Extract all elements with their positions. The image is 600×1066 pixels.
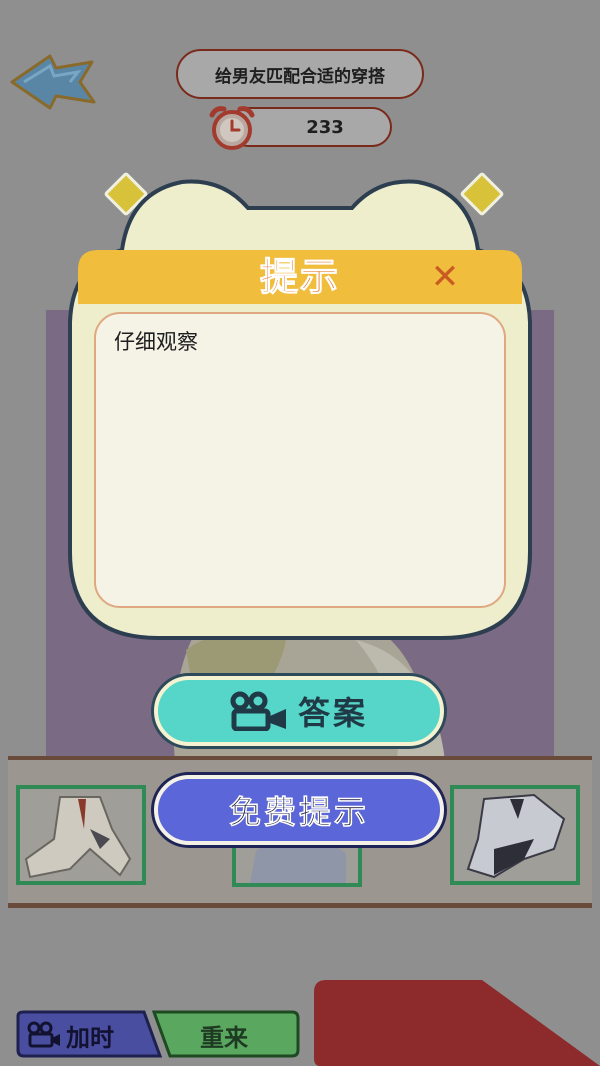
answer-button[interactable]: 答案 [154, 676, 444, 746]
start-button[interactable] [312, 978, 600, 1066]
alarm-clock-icon [209, 106, 255, 150]
close-icon[interactable]: ✕ [426, 258, 464, 296]
outfit-slot-white-suit[interactable] [16, 785, 146, 885]
dialog-title: 提示 [259, 255, 340, 300]
level-title: 给男友匹配合适的穿搭 [176, 49, 424, 99]
outfit-slot-dark-suit[interactable] [450, 785, 580, 885]
hint-content-box [94, 312, 506, 608]
hint-text: 仔细观察 [114, 330, 198, 354]
back-arrow-icon[interactable] [10, 52, 96, 112]
free-hint-button-label: 免费提示 [228, 793, 369, 832]
white-suit-image [24, 796, 132, 879]
video-camera-icon [230, 691, 286, 731]
free-hint-button[interactable]: 免费提示 [154, 775, 444, 845]
answer-button-label: 答案 [297, 694, 368, 732]
retry-label: 重来 [200, 1024, 248, 1052]
add-time-label: 加时 [66, 1024, 114, 1052]
dark-suit-image [466, 793, 566, 879]
